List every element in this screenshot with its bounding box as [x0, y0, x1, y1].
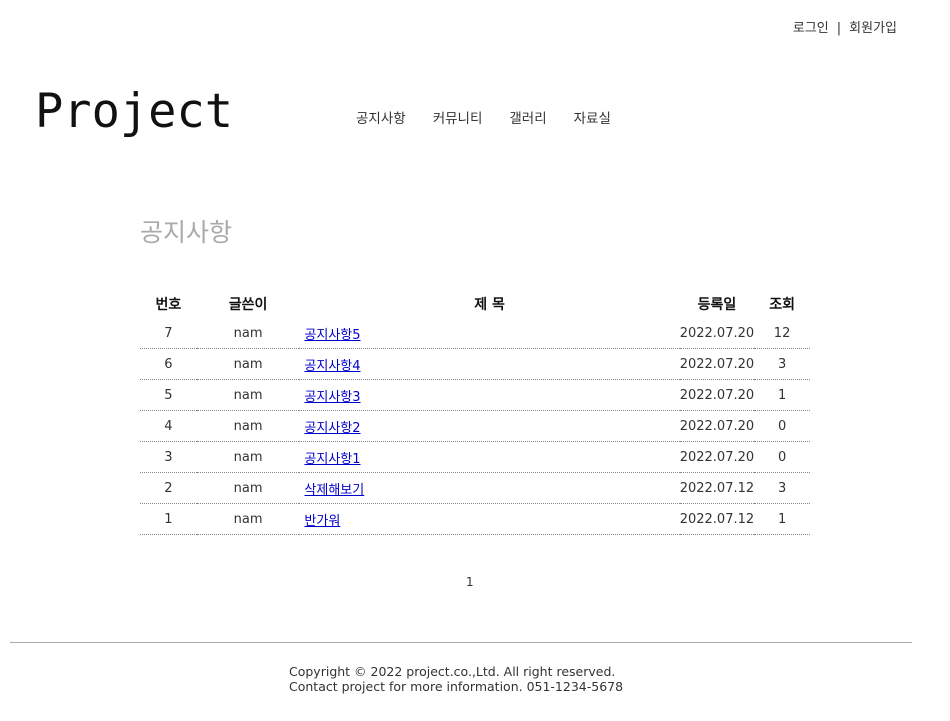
- row-author: nam: [196, 318, 300, 349]
- row-views: 1: [754, 503, 810, 535]
- row-date: 2022.07.20: [679, 441, 755, 473]
- top-menu-separator: |: [836, 21, 842, 36]
- row-views: 1: [754, 379, 810, 411]
- row-author: nam: [196, 348, 300, 380]
- nav-item-archive[interactable]: 자료실: [574, 107, 611, 127]
- row-author: nam: [196, 503, 300, 535]
- row-date: 2022.07.20: [679, 410, 755, 442]
- row-author: nam: [196, 441, 300, 473]
- table-header-row: 번호 글쓴이 제 목 등록일 조회: [140, 290, 810, 318]
- table-row: 3 nam 공지사항1 2022.07.20 0: [140, 441, 810, 473]
- row-no: 1: [140, 503, 197, 535]
- footer-contact: Contact project for more information. 05…: [289, 679, 624, 694]
- row-views: 3: [754, 348, 810, 380]
- column-header-date: 등록일: [697, 297, 737, 313]
- row-title-link[interactable]: 공지사항3: [304, 390, 360, 405]
- row-date: 2022.07.20: [679, 318, 755, 349]
- nav-item-gallery[interactable]: 갤러리: [509, 107, 546, 127]
- nav-item-notice[interactable]: 공지사항: [356, 107, 406, 127]
- table-row: 7 nam 공지사항5 2022.07.20 12: [140, 318, 810, 349]
- column-header-title: 제 목: [474, 297, 505, 313]
- nav-item-community[interactable]: 커뮤니티: [433, 107, 483, 127]
- footer-divider: [10, 642, 912, 643]
- row-author: nam: [196, 472, 300, 504]
- site-logo[interactable]: Project: [35, 88, 233, 135]
- row-no: 3: [140, 441, 197, 473]
- row-no: 7: [140, 318, 197, 349]
- row-no: 6: [140, 348, 197, 380]
- row-date: 2022.07.20: [679, 348, 755, 380]
- row-date: 2022.07.20: [679, 379, 755, 411]
- pagination: 1: [466, 575, 474, 589]
- row-date: 2022.07.12: [679, 472, 755, 504]
- row-title-link[interactable]: 공지사항1: [304, 452, 360, 467]
- page-link-current[interactable]: 1: [466, 575, 474, 589]
- row-views: 0: [754, 441, 810, 473]
- notice-board-table: 번호 글쓴이 제 목 등록일 조회 7 nam 공지사항5 2022.07.20…: [140, 290, 810, 535]
- row-title-link[interactable]: 삭제해보기: [304, 483, 364, 498]
- main-nav: 공지사항 커뮤니티 갤러리 자료실: [356, 107, 638, 127]
- table-row: 4 nam 공지사항2 2022.07.20 0: [140, 410, 810, 442]
- table-row: 6 nam 공지사항4 2022.07.20 3: [140, 348, 810, 380]
- signup-link[interactable]: 회원가입: [849, 17, 897, 36]
- column-header-author: 글쓴이: [228, 297, 268, 313]
- column-header-views: 조회: [769, 297, 795, 313]
- row-title-link[interactable]: 공지사항4: [304, 359, 360, 374]
- row-title-link[interactable]: 공지사항2: [304, 421, 360, 436]
- table-row: 2 nam 삭제해보기 2022.07.12 3: [140, 472, 810, 504]
- row-date: 2022.07.12: [679, 503, 755, 535]
- login-link[interactable]: 로그인: [793, 17, 829, 36]
- table-row: 1 nam 반가워 2022.07.12 1: [140, 503, 810, 535]
- footer: Copyright © 2022 project.co.,Ltd. All ri…: [289, 664, 623, 694]
- row-views: 0: [754, 410, 810, 442]
- row-title-link[interactable]: 공지사항5: [304, 328, 360, 343]
- page-title: 공지사항: [140, 218, 233, 247]
- row-title-link[interactable]: 반가워: [304, 514, 340, 529]
- top-menu: 로그인 | 회원가입: [793, 17, 897, 36]
- row-no: 5: [140, 379, 197, 411]
- row-no: 4: [140, 410, 197, 442]
- row-no: 2: [140, 472, 197, 504]
- footer-copyright: Copyright © 2022 project.co.,Ltd. All ri…: [289, 664, 616, 679]
- row-author: nam: [196, 410, 300, 442]
- row-views: 3: [754, 472, 810, 504]
- row-author: nam: [196, 379, 300, 411]
- row-views: 12: [754, 318, 810, 349]
- column-header-no: 번호: [155, 297, 182, 313]
- table-row: 5 nam 공지사항3 2022.07.20 1: [140, 379, 810, 411]
